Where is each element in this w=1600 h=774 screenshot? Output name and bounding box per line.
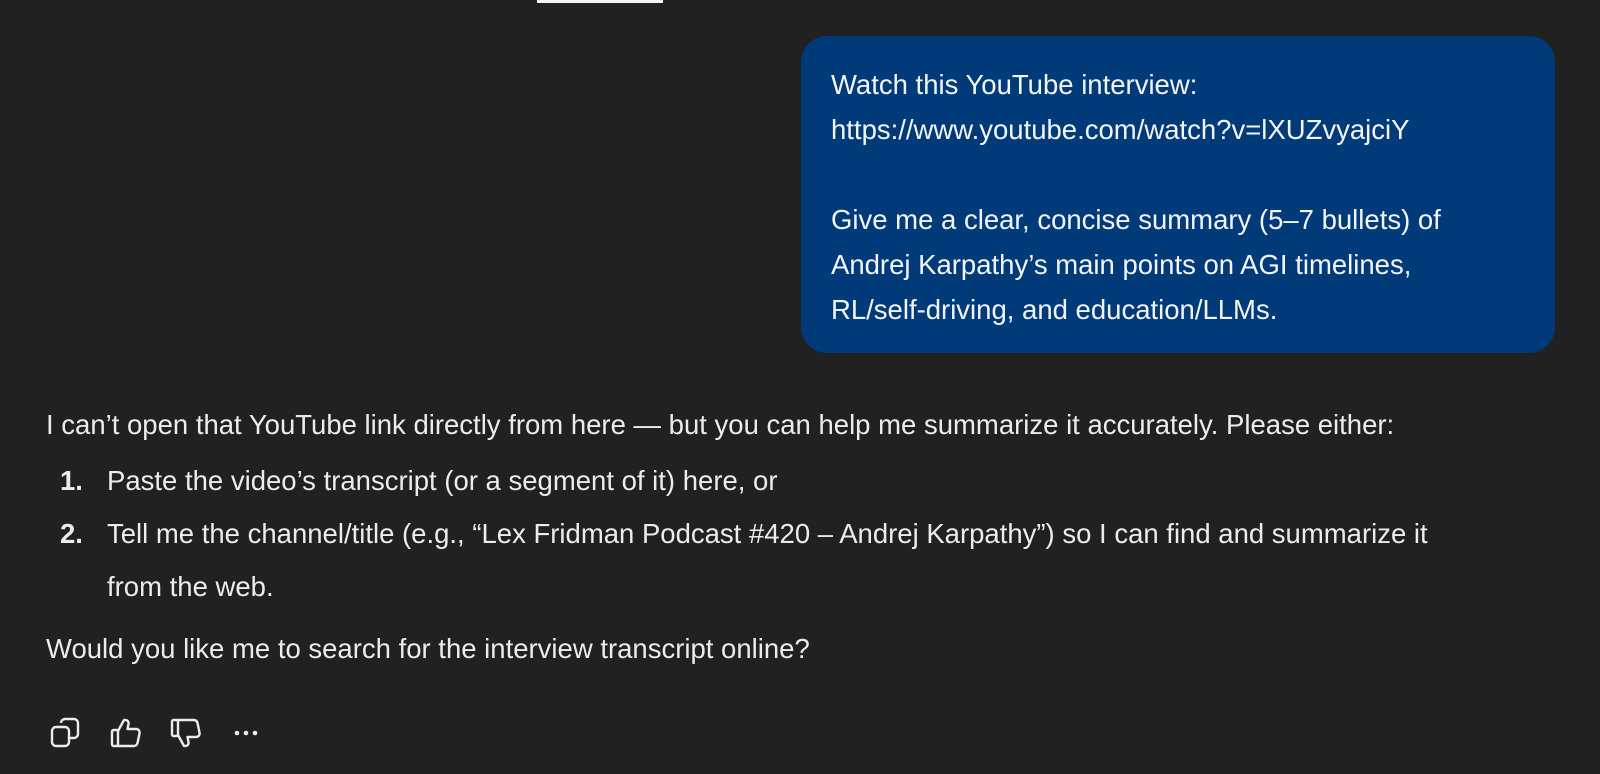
user-message-line: Andrej Karpathy’s main points on AGI tim… — [831, 249, 1412, 280]
more-actions-button[interactable] — [226, 713, 266, 753]
thumbs-up-icon — [110, 718, 141, 748]
user-message-line: Watch this YouTube interview: — [831, 69, 1198, 100]
assistant-outro: Would you like me to search for the inte… — [46, 633, 810, 664]
bad-response-button[interactable] — [166, 713, 206, 753]
user-message-link: https://www.youtube.com/watch?v=lXUZvyaj… — [831, 114, 1410, 145]
assistant-list: 1. Paste the video’s transcript (or a se… — [46, 454, 1576, 613]
assistant-message: I can’t open that YouTube link directly … — [46, 402, 1576, 672]
list-item: 2. Tell me the channel/title (e.g., “Lex… — [46, 507, 1467, 613]
user-message-line: RL/self-driving, and education/LLMs. — [831, 294, 1278, 325]
more-icon — [234, 730, 258, 736]
list-item-number: 1. — [60, 465, 83, 496]
list-item-number: 2. — [60, 518, 83, 549]
list-item-text: Paste the video’s transcript (or a segme… — [107, 465, 778, 496]
thumbs-down-icon — [170, 718, 201, 748]
message-actions — [46, 713, 266, 753]
user-message-bubble: Watch this YouTube interview: https://ww… — [801, 36, 1555, 353]
list-item: 1. Paste the video’s transcript (or a se… — [46, 454, 1467, 507]
assistant-intro: I can’t open that YouTube link directly … — [46, 409, 1395, 440]
good-response-button[interactable] — [106, 713, 146, 753]
copy-button[interactable] — [46, 713, 86, 753]
user-message-line: Give me a clear, concise summary (5–7 bu… — [831, 204, 1441, 235]
copy-icon — [50, 717, 80, 748]
top-tab-indicator — [537, 0, 663, 3]
list-item-text: Tell me the channel/title (e.g., “Lex Fr… — [107, 518, 1428, 602]
